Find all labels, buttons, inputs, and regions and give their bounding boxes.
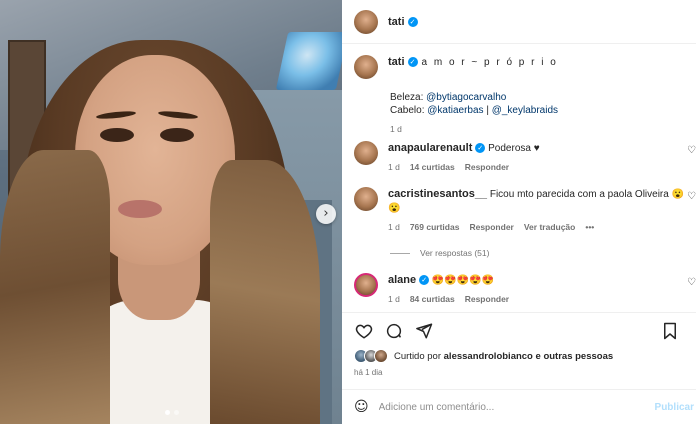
publish-button[interactable]: Publicar <box>655 402 694 413</box>
commenter-avatar[interactable] <box>354 141 378 165</box>
comment-text: Poderosa ♥ <box>488 143 540 154</box>
comment-item: cacristinesantos__ Ficou mto parecida co… <box>354 187 696 234</box>
view-replies[interactable]: Ver respostas (51) <box>390 248 489 258</box>
post-caption: tati ✓ a m o r ~ p r ó p r i o Beleza: @by… <box>354 55 688 136</box>
comment-likes[interactable]: 84 curtidas <box>410 292 455 306</box>
likes-user[interactable]: alessandrolobianco <box>444 351 533 362</box>
posted-at[interactable]: há 1 dia <box>354 368 382 377</box>
comment-reply-button[interactable]: Responder <box>469 220 513 234</box>
photo-eye-left <box>100 128 134 142</box>
carousel-dot-active <box>165 410 170 415</box>
verified-badge-icon: ✓ <box>419 275 430 286</box>
caption-beleza-handle[interactable]: @bytiagocarvalho <box>426 92 506 103</box>
post-actions <box>342 312 696 348</box>
caption-separator: | <box>486 105 489 116</box>
comment-more-icon[interactable]: ••• <box>585 220 594 234</box>
comment-reply-button[interactable]: Responder <box>465 292 509 306</box>
liker-avatars <box>354 349 388 363</box>
caption-beleza-label: Beleza: <box>390 92 424 103</box>
caption-cabelo-handle-2[interactable]: @_keylabraids <box>492 105 558 116</box>
comment-time: 1 d <box>388 222 400 232</box>
photo-eye-right <box>160 128 194 142</box>
comment-heart-icon[interactable]: ♡ <box>687 277 696 288</box>
comment-box: ☺ Publicar <box>342 389 696 424</box>
comment-reply-button[interactable]: Responder <box>465 160 509 174</box>
comment-text: 😍😍😍😍😍 <box>431 275 495 286</box>
comment-item: anapaularenault ✓ Poderosa ♥ 1 d 14 curti… <box>354 141 696 174</box>
photo-hair-left <box>0 150 110 424</box>
likes-summary: Curtido por alessandrolobianco e outras … <box>354 349 613 363</box>
view-replies-label[interactable]: Ver respostas (51) <box>420 248 489 258</box>
post-panel: tati ✓ tati ✓ a m o r ~ p r ó p r i o Bele… <box>342 0 696 424</box>
liker-avatar <box>374 349 388 363</box>
replies-divider <box>390 252 410 254</box>
commenter-avatar[interactable] <box>354 187 378 211</box>
comment-likes[interactable]: 14 curtidas <box>410 160 455 174</box>
heart-icon[interactable] <box>354 321 374 341</box>
chevron-right-icon[interactable]: › <box>316 204 336 224</box>
comment-input[interactable] <box>378 401 629 413</box>
verified-badge-icon: ✓ <box>407 57 418 68</box>
photo-lips <box>118 200 162 218</box>
comment-text: Ficou mto parecida com a paola Oliveira … <box>489 189 685 200</box>
comment-time: 1 d <box>388 294 400 304</box>
comment-time: 1 d <box>388 162 400 172</box>
post-header: tati ✓ <box>342 0 696 44</box>
author-username[interactable]: tati <box>388 16 405 28</box>
author-avatar[interactable] <box>354 9 378 34</box>
caption-cabelo-handle-1[interactable]: @katiaerbas <box>427 105 483 116</box>
commenter-username[interactable]: anapaularenault <box>388 142 472 154</box>
send-icon[interactable] <box>414 321 434 341</box>
likes-suffix[interactable]: e outras pessoas <box>536 351 614 362</box>
commenter-username[interactable]: cacristinesantos__ <box>388 188 487 200</box>
comment-icon[interactable] <box>384 321 404 341</box>
commenter-avatar[interactable] <box>354 273 378 297</box>
verified-badge-icon: ✓ <box>475 143 486 154</box>
comment-text-continued: 😮 <box>388 203 401 214</box>
photo-ceiling-light <box>275 32 342 90</box>
comment-translate-button[interactable]: Ver tradução <box>524 220 576 234</box>
caption-avatar[interactable] <box>354 55 378 79</box>
caption-username[interactable]: tati <box>388 56 405 68</box>
photo-hair-right <box>210 160 320 424</box>
bookmark-icon[interactable] <box>660 321 680 341</box>
carousel-dot <box>174 410 179 415</box>
comment-heart-icon[interactable]: ♡ <box>687 191 696 202</box>
caption-time: 1 d <box>390 124 402 134</box>
comment-heart-icon[interactable]: ♡ <box>687 145 696 156</box>
caption-cabelo-label: Cabelo: <box>390 105 425 116</box>
verified-badge-icon: ✓ <box>407 16 418 27</box>
carousel-dots <box>165 410 179 415</box>
likes-prefix: Curtido por <box>394 350 441 362</box>
post-photo[interactable]: › <box>0 0 342 424</box>
commenter-username[interactable]: alane <box>388 274 416 286</box>
emoji-icon[interactable]: ☺ <box>354 399 369 415</box>
comment-item: alane ✓ 😍😍😍😍😍 1 d 84 curtidas Responder ♡ <box>354 273 696 306</box>
caption-title: a m o r ~ p r ó p r i o <box>421 57 558 68</box>
comment-likes[interactable]: 769 curtidas <box>410 220 460 234</box>
